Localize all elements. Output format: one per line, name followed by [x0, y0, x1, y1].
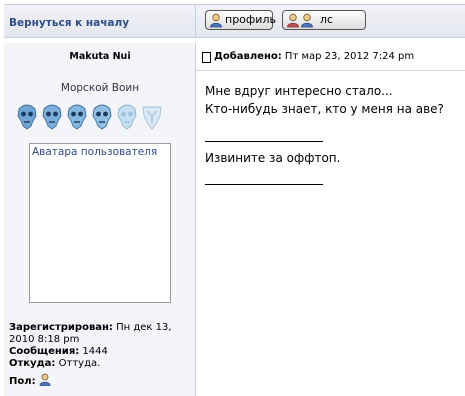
author-details: Зарегистрирован: Пн дек 13, 2010 8:18 pm…: [9, 322, 194, 388]
avatar: Аватара пользователя: [29, 143, 171, 303]
post-line: Извините за оффтоп.: [205, 151, 341, 165]
post-body: Мне вдруг интересно стало... Кто-нибудь …: [205, 82, 444, 185]
author-cell: Makuta Nui: [4, 43, 196, 71]
person-icon: [301, 13, 313, 28]
private-message-button-label: лс: [320, 13, 334, 26]
profile-button[interactable]: профиль: [205, 10, 276, 30]
post-icon: [202, 52, 211, 63]
male-icon: [39, 373, 50, 386]
location-line: Откуда: Оттуда.: [9, 358, 194, 370]
gender-line: Пол:: [9, 373, 194, 388]
back-cell: Вернуться к началу: [4, 5, 196, 37]
avatar-alt-text: Аватара пользователя: [32, 146, 158, 158]
mask-icon: [117, 104, 137, 130]
post-line: Мне вдруг интересно стало...: [205, 84, 393, 98]
messages-label: Сообщения:: [9, 346, 80, 357]
mask-icon: [67, 104, 87, 130]
post-line: Кто-нибудь знает, кто у меня на аве?: [205, 102, 444, 116]
registered-label: Зарегистрирован:: [9, 322, 113, 333]
back-to-top-link[interactable]: Вернуться к началу: [9, 17, 129, 29]
post-date: Добавлено: Пт мар 23, 2012 7:24 pm: [214, 51, 414, 62]
post-header: Makuta Nui Добавлено: Пт мар 23, 2012 7:…: [4, 43, 465, 71]
person-icon: [210, 13, 222, 28]
private-message-button[interactable]: лс: [282, 10, 366, 30]
mask-icon: [142, 106, 162, 130]
messages-line: Сообщения: 1444: [9, 346, 194, 358]
location-value: Оттуда.: [58, 358, 101, 369]
profile-button-label: профиль: [225, 13, 276, 26]
location-label: Откуда:: [9, 358, 56, 369]
signature-divider: [205, 141, 323, 142]
rank-images: [15, 102, 164, 130]
post-date-value: Пт мар 23, 2012 7:24 pm: [284, 51, 415, 62]
messages-value: 1444: [82, 346, 108, 357]
post-date-label: Добавлено:: [214, 51, 282, 62]
signature-divider: [205, 184, 323, 185]
mask-icon: [42, 104, 62, 130]
mask-icon: [92, 104, 112, 130]
author-profile: Морской Воин Аватара пользователя Зареги…: [4, 71, 196, 396]
post-toolbar: Вернуться к началу профиль лс: [4, 4, 465, 38]
author-rank: Морской Воин: [60, 82, 140, 94]
gender-label: Пол:: [9, 376, 36, 387]
registered-line: Зарегистрирован: Пн дек 13, 2010 8:18 pm: [9, 322, 194, 346]
mask-icon: [17, 104, 37, 130]
person-pair-icon: [287, 13, 299, 28]
author-name: Makuta Nui: [69, 51, 131, 62]
